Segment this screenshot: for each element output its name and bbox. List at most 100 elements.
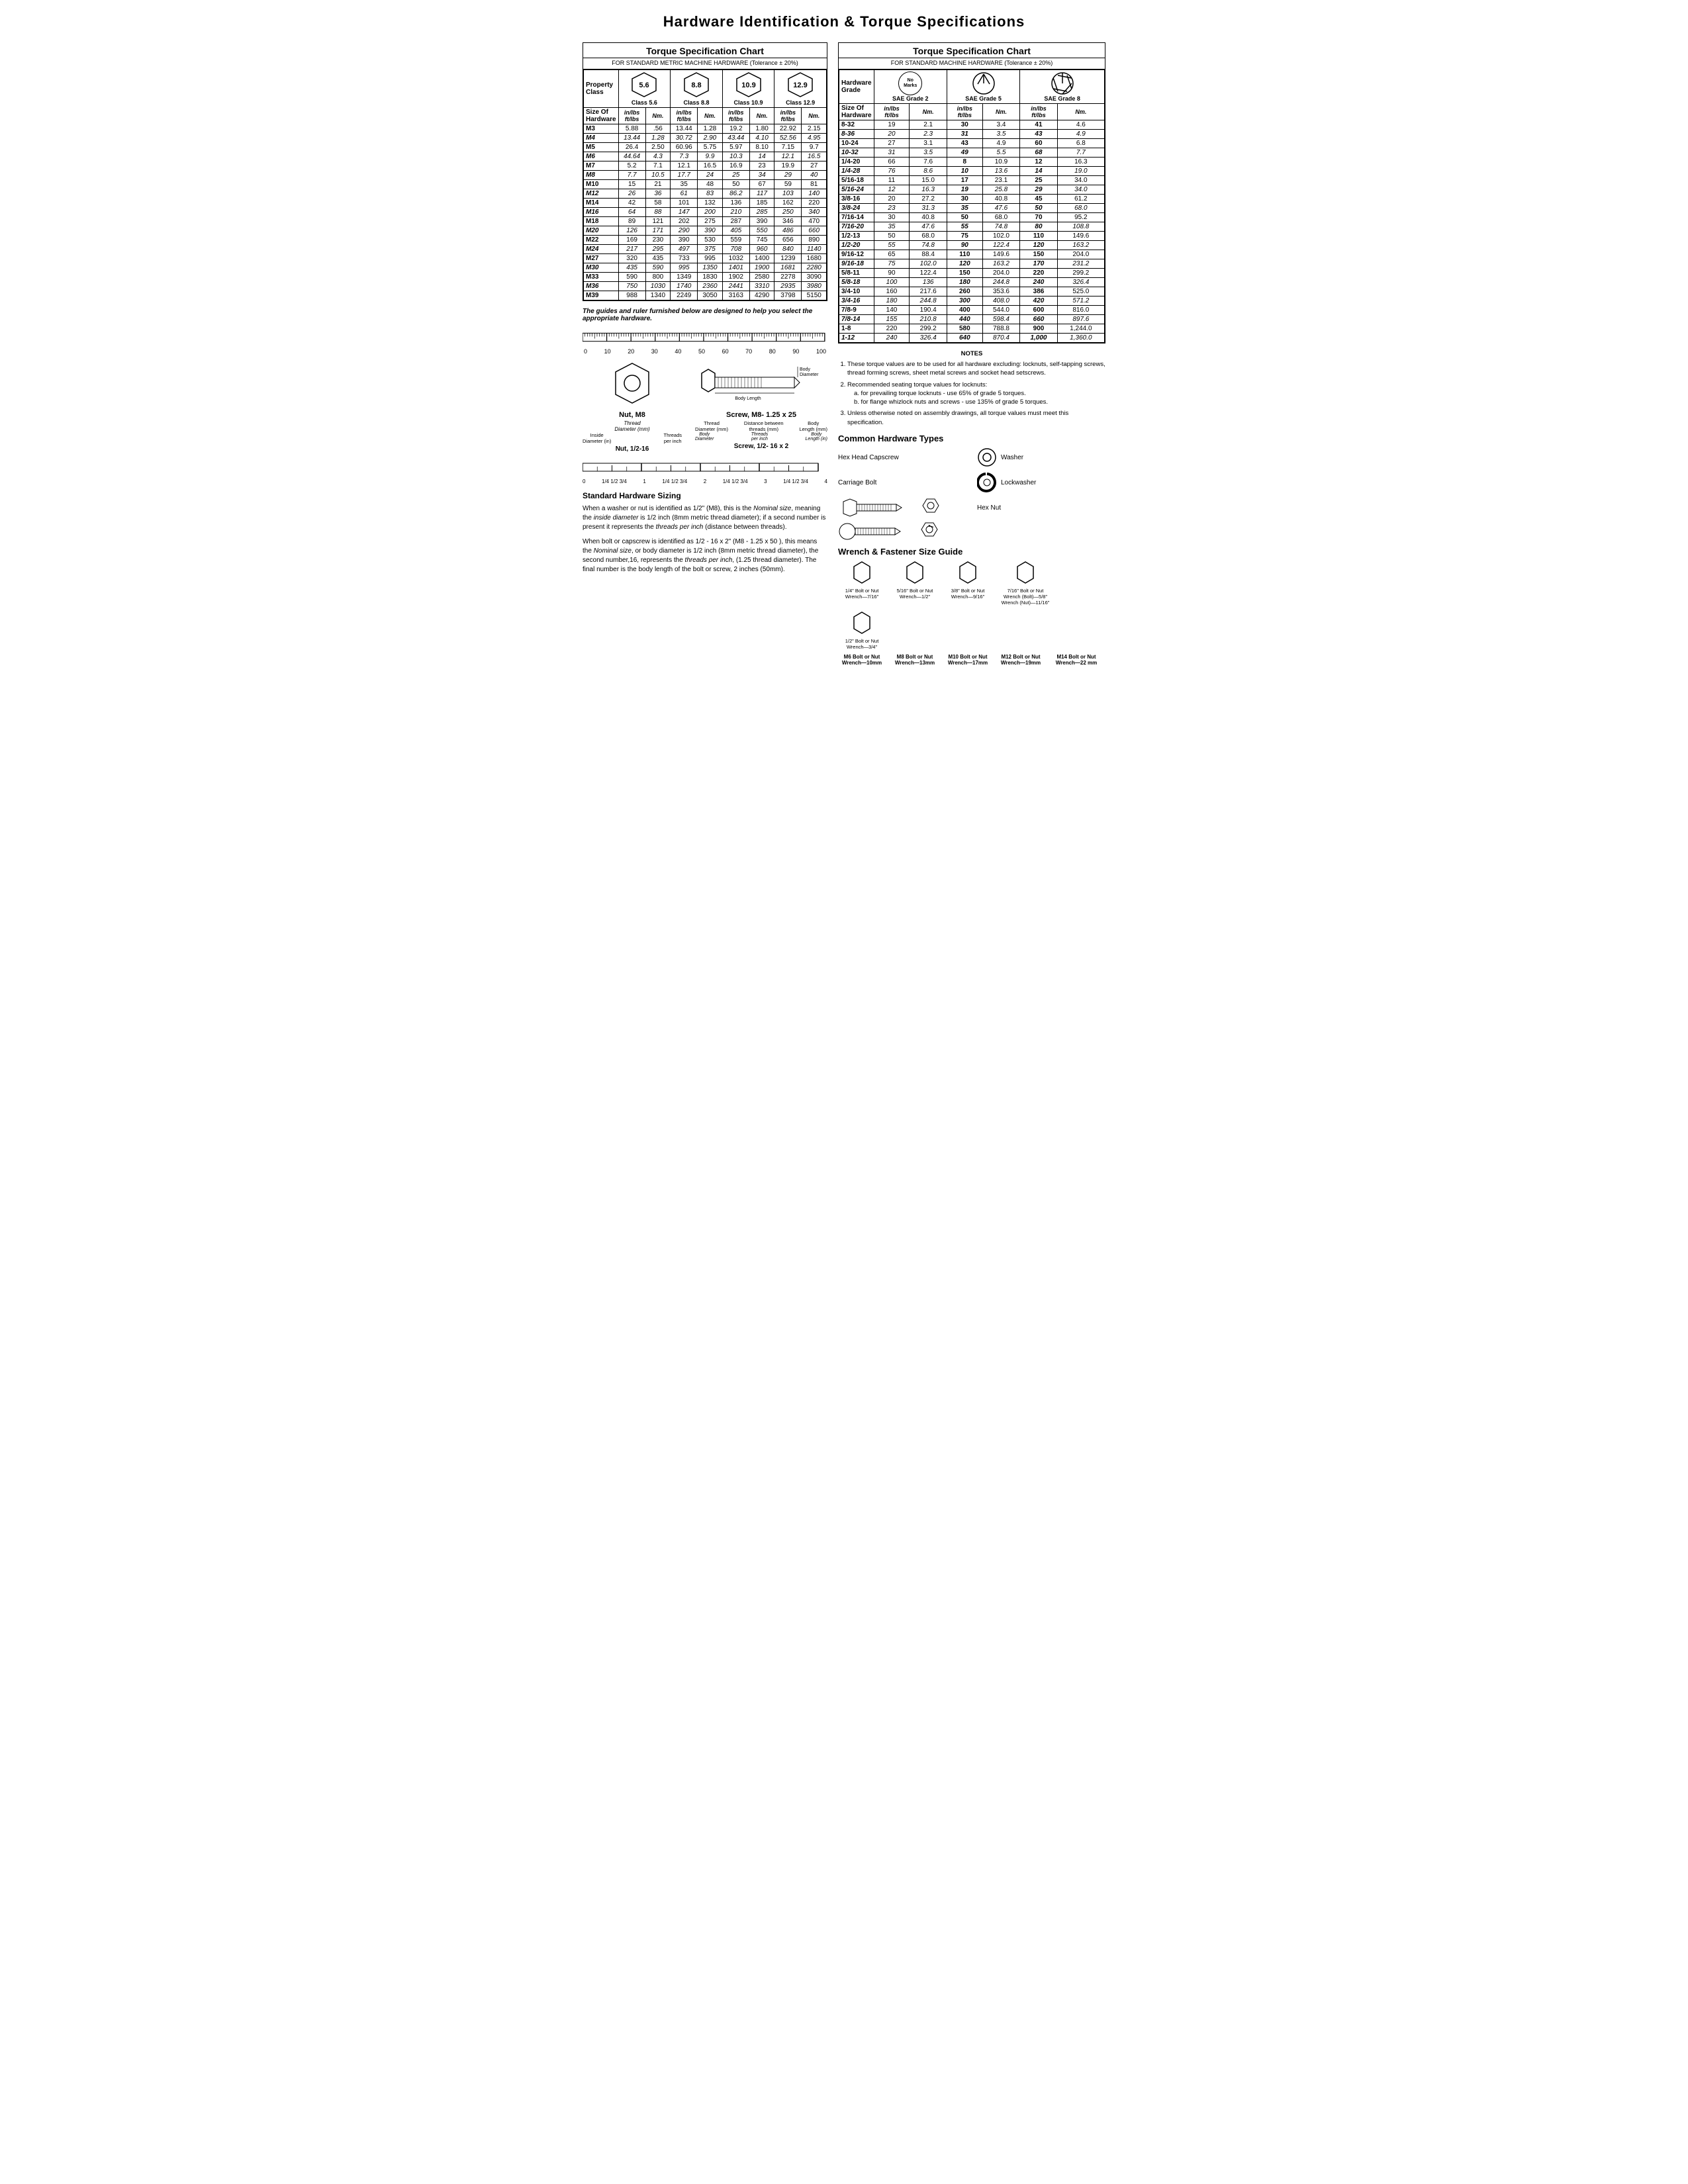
sizing-section: Standard Hardware Sizing When a washer o…	[583, 491, 827, 574]
nut-label: Nut, M8	[583, 411, 682, 419]
common-hw-title: Common Hardware Types	[838, 433, 1105, 443]
right-table-row: 3/8-242331.33547.65068.0	[839, 204, 1105, 213]
left-table-row: M242172954973757089608401140	[584, 245, 827, 254]
right-table-body: 8-32192.1303.4414.68-36202.3313.5434.910…	[839, 120, 1105, 343]
size-col-header-row: Size OfHardware in/lbsft/lbs Nm. in/lbsf…	[584, 108, 827, 124]
left-table-row: M273204357339951032140012391680	[584, 254, 827, 263]
right-table-row: 1/4-28768.61013.61419.0	[839, 167, 1105, 176]
svg-text:5.6: 5.6	[639, 81, 649, 89]
class-56-header: 5.6 Class 5.6	[618, 70, 671, 108]
left-table-row: M33590800134918301902258022783090	[584, 273, 827, 282]
class-88-header: 8.8 Class 8.8	[671, 70, 723, 108]
inch-ruler: 0 1/4 1/2 3/4 1 1/4 1/2 3/4 2 1/4 1/2 3/…	[583, 458, 827, 484]
left-table-body: M35.88.5613.441.2819.21.8022.922.15M413.…	[584, 124, 827, 300]
wrench-item-1: 1/4" Bolt or NutWrench—7/16"	[838, 561, 886, 606]
left-table-row: M35.88.5613.441.2819.21.8022.922.15	[584, 124, 827, 134]
right-table-row: 5/8-1190122.4150204.0220299.2	[839, 269, 1105, 278]
col-h6: Nm.	[749, 108, 774, 124]
grade-2-header: NoMarks SAE Grade 2	[874, 70, 947, 104]
svg-text:12.9: 12.9	[793, 81, 807, 89]
right-col-subheader: Size OfHardware in/lbsft/lbs Nm. in/lbsf…	[839, 104, 1105, 120]
screw-diagram: Body Diameter Body Length Screw, M8- 1.2…	[695, 360, 827, 450]
left-table-row: M166488147200210285250340	[584, 208, 827, 217]
right-table-row: 7/16-203547.65574.880108.8	[839, 222, 1105, 232]
right-table-row: 9/16-126588.4110149.6150204.0	[839, 250, 1105, 259]
wrench-title: Wrench & Fastener Size Guide	[838, 547, 1105, 557]
hw-washer: Washer	[977, 447, 1105, 467]
left-table-row: M75.27.112.116.516.92319.927	[584, 161, 827, 171]
notes-section: NOTES These torque values are to be used…	[838, 350, 1105, 427]
lockwasher-label: Lockwasher	[1001, 479, 1036, 486]
left-torque-chart: Torque Specification Chart FOR STANDARD …	[583, 42, 827, 301]
note-2: Recommended seating torque values for lo…	[847, 381, 1105, 407]
left-chart-subtitle: FOR STANDARD METRIC MACHINE HARDWARE (To…	[583, 58, 827, 69]
washer-icon	[977, 447, 997, 467]
grade-5-label: SAE Grade 5	[965, 95, 1002, 102]
hardware-diagrams: Nut, M8 Thread Diameter (mm) InsideDiame…	[583, 360, 827, 453]
right-table-row: 9/16-1875102.0120163.2170231.2	[839, 259, 1105, 269]
left-table-row: M399881340224930503163429037985150	[584, 291, 827, 300]
col-h2: Nm.	[645, 108, 671, 124]
left-table-row: M3043559099513501401190016812280	[584, 263, 827, 273]
wrench-item-2: 5/16" Bolt or NutWrench—1/2"	[891, 561, 939, 606]
right-table-row: 7/8-9140190.4400544.0600816.0	[839, 306, 1105, 315]
left-table-row: M122636618386.2117103140	[584, 189, 827, 199]
nut-bottom-label: Nut, 1/2-16	[583, 445, 682, 453]
property-class-header: PropertyClass	[584, 70, 619, 108]
wrench-metric-grid: M6 Bolt or NutWrench—10mm M8 Bolt or Nut…	[838, 654, 1105, 666]
svg-text:10.9: 10.9	[741, 81, 755, 89]
screw-label: Screw, M8- 1.25 x 25	[695, 411, 827, 419]
grade-header-row: HardwareGrade NoMarks SAE Grade 2	[839, 70, 1105, 104]
no-marks-icon: NoMarks	[898, 71, 922, 95]
col-h4: Nm.	[698, 108, 723, 124]
right-table-row: 7/8-14155210.8440598.4660897.6	[839, 315, 1105, 324]
left-table-row: M22169230390530559745656890	[584, 236, 827, 245]
wrench-item-5: 1/2" Bolt or NutWrench—3/4"	[838, 611, 886, 650]
right-table-row: 10-24273.1434.9606.8	[839, 139, 1105, 148]
wrench-label-4: 7/16" Bolt or NutWrench (Bolt)—5/8"Wrenc…	[997, 588, 1054, 606]
right-torque-table: HardwareGrade NoMarks SAE Grade 2	[839, 69, 1105, 343]
carriage-bolt-illustration	[838, 522, 1105, 541]
left-table-row: M644.644.37.39.910.31412.116.5	[584, 152, 827, 161]
screw-bottom-label: Screw, 1/2- 16 x 2	[695, 443, 827, 450]
wrench-item-m12: M12 Bolt or NutWrench—19mm	[997, 654, 1045, 666]
svg-text:Body Length: Body Length	[735, 396, 761, 401]
right-table-row: 5/16-241216.31925.82934.0	[839, 185, 1105, 195]
note-1: These torque values are to be used for a…	[847, 360, 1105, 378]
col-h1: in/lbsft/lbs	[618, 108, 645, 124]
left-table-row: M367501030174023602441331029353980	[584, 282, 827, 291]
grade-5-header: SAE Grade 5	[947, 70, 1019, 104]
left-table-row: M101521354850675981	[584, 180, 827, 189]
hw-capscrew-illustration	[838, 498, 966, 518]
right-torque-chart: Torque Specification Chart FOR STANDARD …	[838, 42, 1105, 343]
wrench-hex-4	[1013, 561, 1037, 584]
right-table-row: 7/16-143040.85068.07095.2	[839, 213, 1105, 222]
right-table-row: 1-8220299.2580788.89001,244.0	[839, 324, 1105, 334]
right-table-row: 8-36202.3313.5434.9	[839, 130, 1105, 139]
left-chart-title: Torque Specification Chart	[583, 43, 827, 58]
right-table-row: 1/2-135068.075102.0110149.6	[839, 232, 1105, 241]
wrench-item-m10: M10 Bolt or NutWrench—17mm	[944, 654, 992, 666]
right-table-row: 3/4-10160217.6260353.6386525.0	[839, 287, 1105, 296]
svg-text:Body: Body	[800, 367, 810, 372]
notes-list: These torque values are to be used for a…	[838, 360, 1105, 427]
size-header: Size OfHardware	[584, 108, 619, 124]
right-table-row: 3/8-162027.23040.84561.2	[839, 195, 1105, 204]
washer-label: Washer	[1001, 454, 1023, 461]
hex-capscrew-svg	[838, 498, 917, 518]
right-column: Torque Specification Chart FOR STANDARD …	[838, 42, 1105, 666]
wrench-hex-5	[850, 611, 874, 635]
wrench-hex-3	[956, 561, 980, 584]
col-h7: in/lbsft/lbs	[774, 108, 802, 124]
right-table-row: 3/4-16180244.8300408.0420571.2	[839, 296, 1105, 306]
left-table-row: M413.441.2830.722.9043.444.1052.564.95	[584, 134, 827, 143]
inch-ruler-svg	[583, 458, 821, 477]
hw-hex-capscrew: Hex Head Capscrew	[838, 447, 966, 467]
grade8-icon	[1051, 71, 1074, 95]
grade5-icon	[972, 71, 996, 95]
sizing-title: Standard Hardware Sizing	[583, 491, 827, 500]
grade-8-label: SAE Grade 8	[1044, 95, 1080, 102]
right-table-row: 1-12240326.4640870.41,0001,360.0	[839, 334, 1105, 343]
ruler-note: The guides and ruler furnished below are…	[583, 308, 827, 322]
nut-svg	[606, 360, 659, 406]
